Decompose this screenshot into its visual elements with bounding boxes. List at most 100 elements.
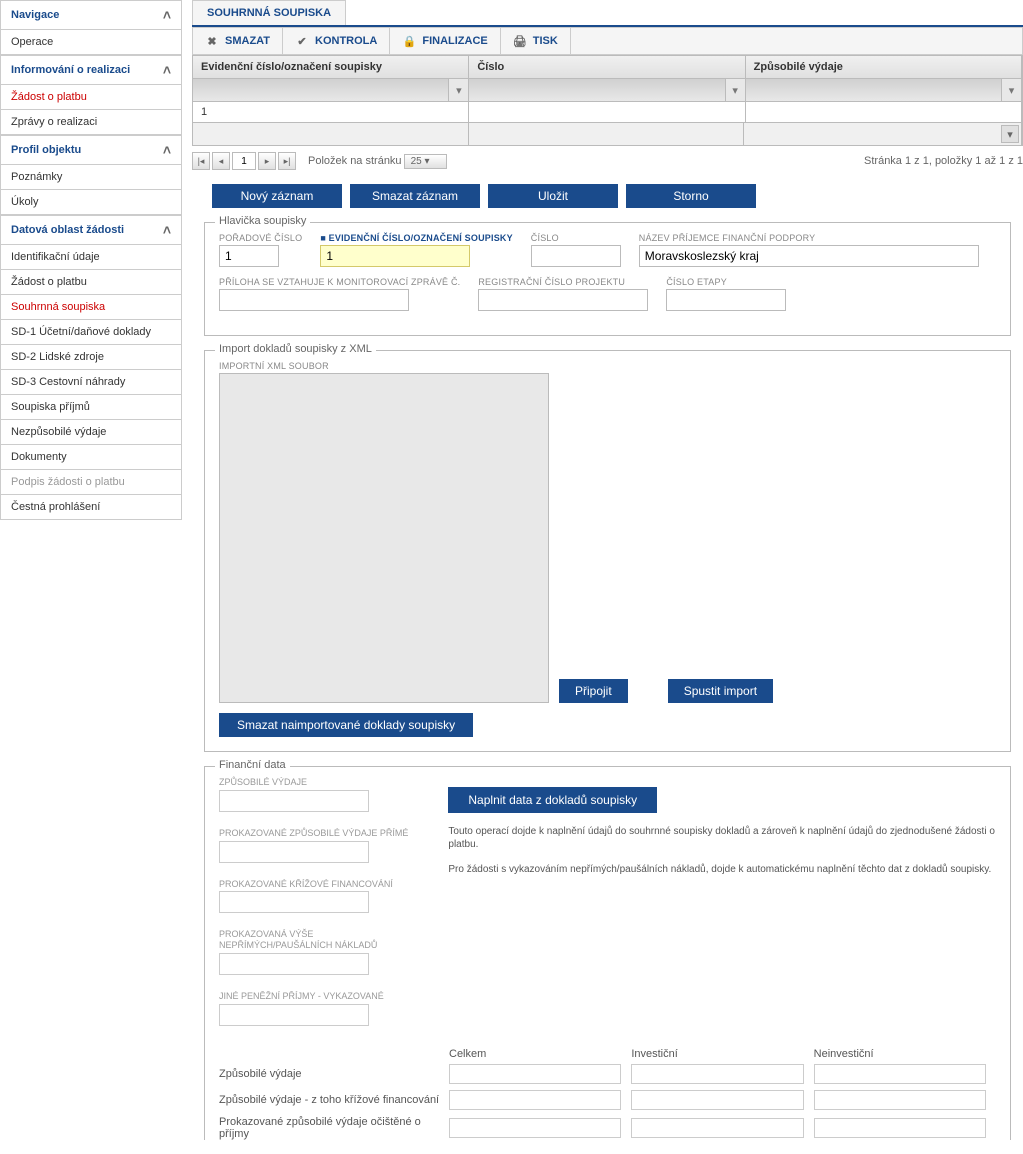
fin-note-1: Touto operací dojde k naplnění údajů do … (448, 825, 996, 851)
filter-cislo[interactable] (469, 79, 724, 101)
nav-item-zadost-o-platbu[interactable]: Žádost o platbu (0, 85, 182, 110)
import-fieldset: Import dokladů soupisky z XML IMPORTNÍ X… (204, 350, 1011, 752)
action-buttons: Nový záznam Smazat záznam Uložit Storno (212, 184, 1023, 208)
pager-prev[interactable]: ◂ (212, 152, 230, 170)
reg-cislo-input[interactable] (478, 289, 648, 311)
evidencni-cislo-input[interactable] (320, 245, 470, 267)
nav-section-navigace[interactable]: Navigace ˄ (0, 0, 182, 30)
tab-souhrnna-soupiska[interactable]: SOUHRNNÁ SOUPISKA (192, 0, 346, 25)
nav-item-souhrnna[interactable]: Souhrnná soupiska (0, 295, 182, 320)
zpusobile-neinvesticni[interactable] (814, 1064, 986, 1084)
nav-section-datova[interactable]: Datová oblast žádosti ˄ (0, 215, 182, 245)
nav-item-zpravy[interactable]: Zprávy o realizaci (0, 110, 182, 135)
ocistene-neinvesticni[interactable] (814, 1118, 986, 1138)
novy-zaznam-button[interactable]: Nový záznam (212, 184, 342, 208)
import-file-label: IMPORTNÍ XML SOUBOR (219, 361, 549, 371)
cislo-etapy-input[interactable] (666, 289, 786, 311)
nav-item-dokumenty[interactable]: Dokumenty (0, 445, 182, 470)
zpusobile-celkem[interactable] (449, 1064, 621, 1084)
delete-icon: ✖ (205, 34, 219, 48)
krizove-neinvesticni[interactable] (814, 1090, 986, 1110)
ulozit-button[interactable]: Uložit (488, 184, 618, 208)
filter-icon[interactable]: ▾ (448, 79, 468, 101)
neprime-input[interactable] (219, 953, 369, 975)
pager-last[interactable]: ▸| (278, 152, 296, 170)
krizove-celkem[interactable] (449, 1090, 621, 1110)
cislo-etapy-label: ČÍSLO ETAPY (666, 277, 786, 287)
nazev-prijemce-input[interactable] (639, 245, 979, 267)
sidebar: Navigace ˄ Operace Informování o realiza… (0, 0, 182, 1154)
nav-item-ukoly[interactable]: Úkoly (0, 190, 182, 215)
nav-item-nezpusobile[interactable]: Nezpůsobilé výdaje (0, 420, 182, 445)
smazat-import-button[interactable]: Smazat naimportované doklady soupisky (219, 713, 473, 737)
nav-section-label: Navigace (11, 9, 59, 21)
table-row[interactable]: 1 (192, 102, 1023, 123)
smazat-zaznam-button[interactable]: Smazat záznam (350, 184, 480, 208)
col-evidencni[interactable]: Evidenční číslo/označení soupisky (193, 56, 469, 78)
main-panel: SOUHRNNÁ SOUPISKA ✖ SMAZAT ✔ KONTROLA 🔒 … (182, 0, 1023, 1154)
krizove-input[interactable] (219, 891, 369, 913)
import-file-input[interactable] (219, 373, 549, 703)
storno-button[interactable]: Storno (626, 184, 756, 208)
dropdown-icon[interactable]: ▾ (1001, 125, 1019, 143)
filter-zpusobile[interactable] (746, 79, 1001, 101)
pager-next[interactable]: ▸ (258, 152, 276, 170)
print-icon: 🖨 (513, 34, 527, 48)
nav-item-operace[interactable]: Operace (0, 30, 182, 55)
pager-size-select[interactable]: 25 ▾ (404, 154, 447, 169)
chevron-up-icon: ˄ (163, 222, 171, 238)
krizove-investicni[interactable] (631, 1090, 803, 1110)
ocistene-celkem[interactable] (449, 1118, 621, 1138)
nav-item-sd3[interactable]: SD-3 Cestovní náhrady (0, 370, 182, 395)
pager-page-input[interactable] (232, 152, 256, 170)
tisk-button[interactable]: 🖨 TISK (501, 28, 571, 54)
label: TISK (533, 35, 558, 47)
col-cislo[interactable]: Číslo (469, 56, 745, 78)
table-footer: ▾ (192, 123, 1023, 146)
nav-section-label: Profil objektu (11, 144, 81, 156)
chevron-up-icon: ˄ (163, 142, 171, 158)
kontrola-button[interactable]: ✔ KONTROLA (283, 28, 390, 54)
nav-item-identifikacni[interactable]: Identifikační údaje (0, 245, 182, 270)
row-zpusobile: Způsobilé výdaje (219, 1068, 449, 1080)
neprime-label: PROKAZOVANÁ VÝŠE NEPŘÍMÝCH/PAUŠÁLNÍCH NÁ… (219, 929, 379, 951)
nav-item-soupiska-prijmu[interactable]: Soupiska příjmů (0, 395, 182, 420)
jine-prijmy-label: JINÉ PENĚŽNÍ PŘÍJMY - VYKAZOVANÉ (219, 991, 408, 1002)
nav-section-informovani[interactable]: Informování o realizaci ˄ (0, 55, 182, 85)
nav-section-label: Datová oblast žádosti (11, 224, 124, 236)
financni-legend: Finanční data (215, 759, 290, 771)
nazev-prijemce-label: NÁZEV PŘÍJEMCE FINANČNÍ PODPORY (639, 233, 979, 243)
poradove-cislo-input[interactable] (219, 245, 279, 267)
zpusobile-investicni[interactable] (631, 1064, 803, 1084)
zpusobile-vydaje-input[interactable] (219, 790, 369, 812)
nav-item-cestna[interactable]: Čestná prohlášení (0, 495, 182, 520)
pripojit-button[interactable]: Připojit (559, 679, 628, 703)
prokazovane-prime-input[interactable] (219, 841, 369, 863)
nav-item-podpis[interactable]: Podpis žádosti o platbu (0, 470, 182, 495)
ocistene-investicni[interactable] (631, 1118, 803, 1138)
nav-item-sd1[interactable]: SD-1 Účetní/daňové doklady (0, 320, 182, 345)
cislo-input[interactable] (531, 245, 621, 267)
finalizace-button[interactable]: 🔒 FINALIZACE (390, 28, 500, 54)
cislo-label: ČÍSLO (531, 233, 621, 243)
nav-section-profil[interactable]: Profil objektu ˄ (0, 135, 182, 165)
filter-evidencni[interactable] (193, 79, 448, 101)
col-zpusobile[interactable]: Způsobilé výdaje (746, 56, 1022, 78)
nav-item-sd2[interactable]: SD-2 Lidské zdroje (0, 345, 182, 370)
col-celkem: Celkem (449, 1048, 631, 1064)
filter-icon[interactable]: ▾ (725, 79, 745, 101)
naplnit-data-button[interactable]: Naplnit data z dokladů soupisky (448, 787, 657, 813)
nav-item-zadost2[interactable]: Žádost o platbu (0, 270, 182, 295)
import-legend: Import dokladů soupisky z XML (215, 343, 376, 355)
filter-icon[interactable]: ▾ (1001, 79, 1021, 101)
pager-first[interactable]: |◂ (192, 152, 210, 170)
col-neinvesticni: Neinvestiční (814, 1048, 996, 1064)
spustit-import-button[interactable]: Spustit import (668, 679, 773, 703)
jine-prijmy-input[interactable] (219, 1004, 369, 1026)
lock-icon: 🔒 (402, 34, 416, 48)
nav-item-poznamky[interactable]: Poznámky (0, 165, 182, 190)
financni-fieldset: Finanční data ZPŮSOBILÉ VÝDAJE PROKAZOVA… (204, 766, 1011, 1140)
priloha-input[interactable] (219, 289, 409, 311)
smazat-button[interactable]: ✖ SMAZAT (193, 28, 283, 54)
priloha-label: PŘÍLOHA SE VZTAHUJE K MONITOROVACÍ ZPRÁV… (219, 277, 460, 287)
